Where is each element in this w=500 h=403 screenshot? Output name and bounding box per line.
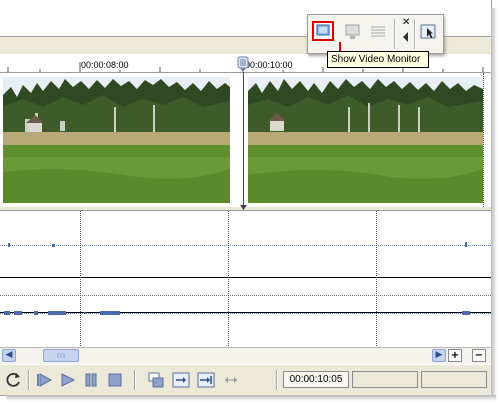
layout-icon[interactable] [367,22,389,42]
grip-icon [57,353,65,358]
status-field [352,371,418,388]
scroll-right-icon[interactable]: ▶ [432,349,446,362]
show-video-monitor-button[interactable] [312,21,334,41]
window-shadow [491,8,497,398]
video-monitor-icon [316,24,330,36]
current-time-display: 00:00:10:05 [283,371,349,388]
floating-view-toolbar: ✕ [307,14,444,54]
scroll-left-icon[interactable]: ◀ [2,349,16,362]
stop-icon[interactable] [106,371,124,389]
play-icon[interactable] [59,371,77,389]
track-guide [483,73,484,207]
expand-icon[interactable] [222,371,240,389]
audio-waveform [4,242,470,315]
video-clip-thumbnail[interactable] [3,77,230,203]
landscape-image [248,77,483,203]
audio-tracks[interactable] [0,210,491,348]
play-from-start-icon[interactable] [35,371,53,389]
refresh-icon[interactable] [5,371,23,389]
landscape-image [3,77,230,203]
video-clip-thumbnail[interactable] [248,77,483,203]
toolbar-separator [276,370,278,390]
move-end-icon[interactable] [197,371,215,389]
timeline-window: 00:00:08:00 00:00:10:00 ◀ ▶ + − 00:00:10… [0,0,492,396]
toolbar-separator [134,370,136,390]
pause-icon[interactable] [82,371,100,389]
ruler-label-10s: 00:00:10:00 [245,60,293,70]
toolbar-separator [414,19,416,49]
video-track[interactable] [0,73,491,207]
horizontal-scrollbar[interactable]: ◀ ▶ + − [0,347,491,364]
close-icon[interactable]: ✕ [402,17,410,28]
playhead-handle[interactable] [237,56,249,72]
chevron-left-icon[interactable] [401,31,411,43]
ruler-label-8s: 00:00:08:00 [81,60,129,70]
display-icon[interactable] [342,22,364,42]
toolbar-separator [394,19,396,49]
tooltip: Show Video Monitor [327,51,429,68]
window-shadow [6,395,496,401]
status-field [421,371,487,388]
move-forward-icon[interactable] [172,371,190,389]
pointer-icon[interactable] [418,22,440,42]
toolbar-separator [28,370,30,390]
snapshot-icon[interactable] [147,371,165,389]
highlight-connector [339,42,341,51]
zoom-in-button[interactable]: + [448,349,462,362]
transport-toolbar: 00:00:10:05 [0,364,491,395]
scroll-thumb[interactable] [43,349,79,362]
zoom-out-button[interactable]: − [472,349,486,362]
